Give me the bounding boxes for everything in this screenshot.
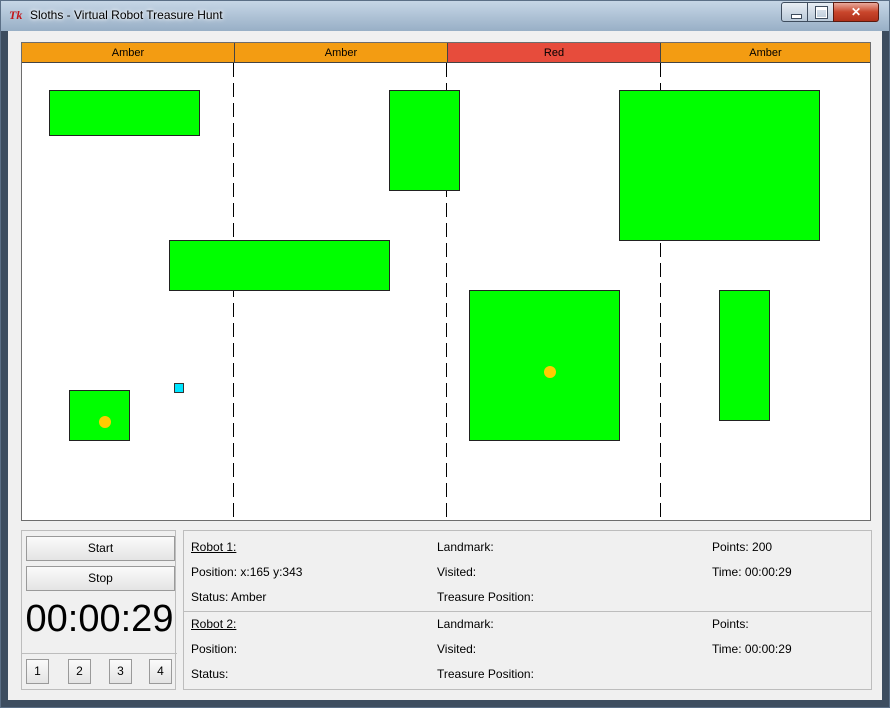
minimize-icon [791, 14, 802, 19]
position-row: Position: x:165 y:343 [191, 565, 302, 579]
zone-header-4: Amber [660, 43, 870, 63]
robot-heading: Robot 1: [191, 540, 237, 554]
landmark [469, 290, 620, 441]
zone-header-1: Amber [22, 43, 234, 63]
zone-header-2: Amber [234, 43, 447, 63]
points-row: Points: 200 [712, 540, 772, 554]
time-row: Time: 00:00:29 [712, 565, 792, 579]
robot-info-panel: Robot 1: Position: x:165 y:343 Status: A… [183, 530, 872, 690]
treasure [99, 416, 111, 428]
zone-label: Amber [749, 47, 782, 59]
close-button[interactable]: ✕ [833, 2, 879, 22]
points-label: Points: [712, 540, 749, 554]
time-value: 00:00:29 [744, 642, 792, 656]
title-bar[interactable]: Tk Sloths - Virtual Robot Treasure Hunt … [1, 1, 889, 31]
time-value: 00:00:29 [744, 565, 792, 579]
position-label: Position: [191, 565, 238, 579]
time-label: Time: [712, 642, 742, 656]
zone-header-3: Red [447, 43, 660, 63]
visited-label: Visited: [437, 642, 477, 656]
zone-label: Red [543, 47, 565, 59]
status-value: Amber [231, 590, 267, 604]
button-1[interactable]: 1 [26, 659, 49, 684]
zone-label: Amber [324, 47, 358, 59]
landmark-label: Landmark: [437, 617, 494, 631]
button-2[interactable]: 2 [68, 659, 91, 684]
close-icon: ✕ [850, 5, 862, 19]
points-value: 200 [752, 540, 773, 554]
position-label: Position: [191, 642, 238, 656]
stop-button[interactable]: Stop [26, 566, 175, 591]
zone-label: Amber [111, 47, 145, 59]
status-label: Status: [191, 667, 229, 681]
position-row: Position: [191, 642, 237, 656]
status-label: Status: [191, 590, 229, 604]
treasure [544, 366, 556, 378]
landmark [619, 90, 820, 241]
robot-marker [174, 383, 184, 393]
landmark [719, 290, 770, 421]
button-3[interactable]: 3 [109, 659, 132, 684]
status-row: Status: Amber [191, 590, 266, 604]
control-panel: Start Stop 00:00:29 1 2 3 4 [21, 530, 177, 690]
start-button[interactable]: Start [26, 536, 175, 561]
arena-canvas: Amber Amber Red Amber [21, 42, 871, 521]
robot-2-panel: Robot 2: Position: Status: Landmark: Vis… [184, 611, 871, 690]
time-label: Time: [712, 565, 742, 579]
status-row: Status: [191, 667, 228, 681]
landmark [69, 390, 130, 441]
button-4[interactable]: 4 [149, 659, 172, 684]
points-label: Points: [712, 617, 749, 631]
position-value: x:165 y:343 [240, 565, 303, 579]
robot-1-panel: Robot 1: Position: x:165 y:343 Status: A… [184, 531, 871, 609]
time-row: Time: 00:00:29 [712, 642, 792, 656]
maximize-button[interactable] [807, 2, 835, 22]
landmark-label: Landmark: [437, 540, 494, 554]
maximize-icon [815, 6, 828, 19]
timer-display: 00:00:29 [25, 598, 174, 640]
landmark [49, 90, 200, 136]
number-button-row: 1 2 3 4 [22, 653, 177, 690]
landmark [169, 240, 390, 291]
landmark [389, 90, 460, 191]
treasure-position-label: Treasure Position: [437, 590, 534, 604]
robot-heading: Robot 2: [191, 617, 237, 631]
app-window: Tk Sloths - Virtual Robot Treasure Hunt … [0, 0, 890, 708]
tk-feather-icon: Tk [9, 8, 23, 22]
treasure-position-label: Treasure Position: [437, 667, 534, 681]
minimize-button[interactable] [781, 2, 809, 22]
client-area: Amber Amber Red Amber Start Stop 00:00:2… [8, 31, 882, 700]
visited-label: Visited: [437, 565, 477, 579]
points-row: Points: [712, 617, 749, 631]
window-title: Sloths - Virtual Robot Treasure Hunt [30, 8, 223, 22]
zone-divider [233, 63, 234, 519]
